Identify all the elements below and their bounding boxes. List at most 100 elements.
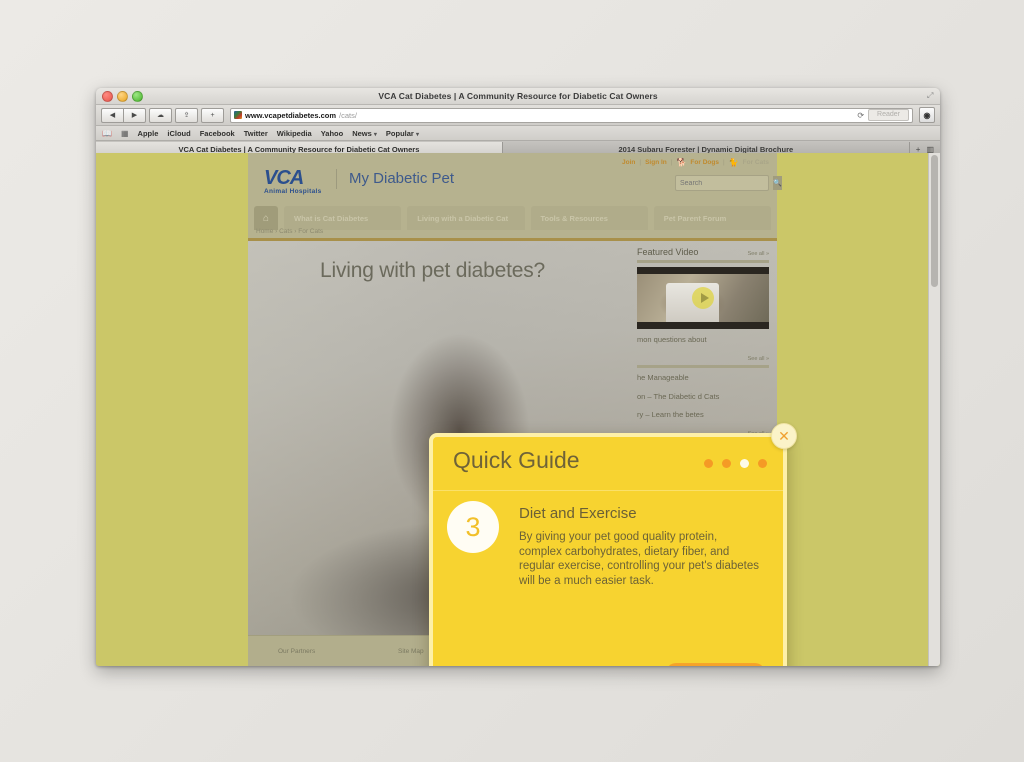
our-partners-link[interactable]: Our Partners (278, 648, 398, 655)
modal-title: Quick Guide (453, 447, 580, 473)
bookmark-yahoo[interactable]: Yahoo (321, 129, 344, 138)
reload-icon[interactable]: ⟳ (857, 111, 864, 120)
featured-video-title: Featured Video (637, 247, 699, 257)
address-bar[interactable]: www.vcapetdiabetes.com /cats/ ⟳ Reader (230, 107, 913, 123)
sign-in-link[interactable]: Sign In (645, 159, 667, 166)
cat-paw-icon: 🐈 (728, 158, 739, 167)
url-path: /cats/ (339, 110, 357, 120)
featured-video-caption: mon questions about (637, 335, 707, 344)
play-triangle (700, 293, 709, 303)
bookmark-label: Popular (385, 128, 414, 138)
bookmark-label: Facebook (199, 128, 235, 138)
favicon-icon (234, 111, 242, 119)
site-search[interactable]: 🔍 (675, 175, 782, 191)
bookmark-label: News (352, 128, 372, 138)
dog-paw-icon: 🐕 (676, 158, 687, 167)
bookmark-label: Wikipedia (276, 128, 312, 138)
bookmark-label: iCloud (167, 128, 191, 138)
vca-logo[interactable]: VCA Animal Hospitals (264, 167, 322, 195)
bookmark-news[interactable]: News ▾ (352, 129, 377, 138)
divider (637, 260, 769, 263)
site-header: VCA Animal Hospitals My Diabetic Pet Joi… (248, 153, 782, 241)
bookmark-twitter[interactable]: Twitter (244, 129, 268, 138)
modal-header: Quick Guide (433, 437, 783, 491)
icloud-tabs-icon[interactable]: ☁ (149, 107, 172, 123)
sidebar-icon[interactable]: 📖 (102, 129, 112, 138)
separator: | (722, 159, 725, 166)
breadcrumb[interactable]: Home › Cats › For Cats (256, 228, 323, 235)
join-link[interactable]: Join (622, 159, 635, 166)
forward-button[interactable]: ▶ (123, 107, 146, 123)
downloads-button[interactable]: ◉ (919, 107, 935, 123)
for-cats-link[interactable]: For Cats (743, 159, 769, 166)
chevron-down-icon: ▾ (415, 131, 419, 138)
separator: | (670, 159, 673, 166)
modal-subtitle: Diet and Exercise (519, 505, 637, 522)
section-two-header: See all » (637, 356, 769, 362)
step-indicator-dots (704, 459, 767, 468)
top-sites-icon[interactable]: ▦ (121, 129, 129, 138)
nav-item-living-with-a-diabetic-cat[interactable]: Living with a Diabetic Cat (407, 206, 525, 230)
bookmark-apple[interactable]: Apple (138, 129, 159, 138)
bookmarks-bar: 📖 ▦ Apple iCloud Facebook Twitter Wikipe… (96, 126, 940, 141)
browser-window: VCA Cat Diabetes | A Community Resource … (96, 88, 940, 666)
vertical-scrollbar[interactable] (928, 153, 940, 666)
search-input[interactable] (676, 178, 773, 188)
zoom-window-button[interactable] (132, 91, 143, 102)
bookmark-label: Apple (137, 128, 159, 138)
bookmark-wikipedia[interactable]: Wikipedia (277, 129, 312, 138)
search-icon[interactable]: 🔍 (773, 176, 782, 190)
rail-link-item[interactable]: he Manageable (637, 372, 769, 384)
utility-links: Join | Sign In | 🐕 For Dogs | 🐈 For Cats (622, 158, 769, 167)
close-window-button[interactable] (102, 91, 113, 102)
reader-button[interactable]: Reader (868, 109, 909, 121)
nav-item-tools-and-resources[interactable]: Tools & Resources (530, 206, 648, 230)
window-title: VCA Cat Diabetes | A Community Resource … (378, 91, 658, 101)
modal-content: Diet and Exercise By giving your pet goo… (519, 505, 765, 588)
step-dot-3-active[interactable] (740, 459, 749, 468)
for-dogs-link[interactable]: For Dogs (690, 159, 719, 166)
play-icon[interactable] (692, 287, 714, 309)
featured-video-thumbnail[interactable] (637, 267, 769, 329)
bookmark-icloud[interactable]: iCloud (167, 129, 190, 138)
divider (637, 365, 769, 368)
quick-guide-modal: Quick Guide 3 Diet and Exercise By givin… (429, 433, 787, 666)
bookmark-label: Twitter (243, 128, 268, 138)
step-dot-1[interactable] (704, 459, 713, 468)
resize-corner-icon[interactable]: ⤢ (927, 92, 935, 100)
modal-body: 3 Diet and Exercise By giving your pet g… (433, 491, 783, 588)
nav-home-icon[interactable]: ⌂ (254, 206, 278, 230)
step-dot-2[interactable] (722, 459, 731, 468)
new-tab-button[interactable]: + (201, 107, 224, 123)
browser-toolbar: ◀ ▶ ☁ ⇪ + www.vcapetdiabetes.com /cats/ … (96, 105, 940, 126)
modal-description: By giving your pet good quality protein,… (519, 531, 759, 587)
nav-item-what-is-cat-diabetes[interactable]: What is Cat Diabetes (284, 206, 402, 230)
featured-video-header: Featured Video See all » (637, 247, 769, 257)
see-all-link[interactable]: See all » (748, 356, 769, 362)
url-domain: www.vcapetdiabetes.com (245, 110, 337, 120)
window-traffic-lights (102, 91, 143, 102)
share-icon[interactable]: ⇪ (175, 107, 198, 123)
site-title: My Diabetic Pet (336, 169, 454, 189)
next-button[interactable]: Next > (666, 663, 765, 666)
address-bar-actions: ⟳ Reader (857, 109, 909, 121)
see-all-link[interactable]: See all » (748, 251, 769, 257)
back-button[interactable]: ◀ (101, 107, 123, 123)
bookmark-popular[interactable]: Popular ▾ (386, 129, 419, 138)
page-viewport: VCA Animal Hospitals My Diabetic Pet Joi… (96, 153, 940, 666)
step-number-badge: 3 (447, 501, 499, 553)
vca-logo-mark: VCA (264, 167, 304, 189)
minimize-window-button[interactable] (117, 91, 128, 102)
window-titlebar: VCA Cat Diabetes | A Community Resource … (96, 88, 940, 105)
scrollbar-thumb[interactable] (931, 155, 938, 287)
hero-title: Living with pet diabetes? (320, 259, 545, 282)
nav-item-pet-parent-forum[interactable]: Pet Parent Forum (653, 206, 771, 230)
rail-link-item[interactable]: on – The Diabetic d Cats (637, 391, 769, 403)
vca-logo-subtitle: Animal Hospitals (264, 188, 322, 195)
site-navigation: ⌂ What is Cat Diabetes Living with a Dia… (248, 206, 777, 230)
bookmark-label: Yahoo (320, 128, 344, 138)
step-dot-4[interactable] (758, 459, 767, 468)
close-modal-button[interactable]: ✕ (771, 423, 797, 449)
rail-link-item[interactable]: ry – Learn the betes (637, 409, 769, 421)
bookmark-facebook[interactable]: Facebook (200, 129, 235, 138)
